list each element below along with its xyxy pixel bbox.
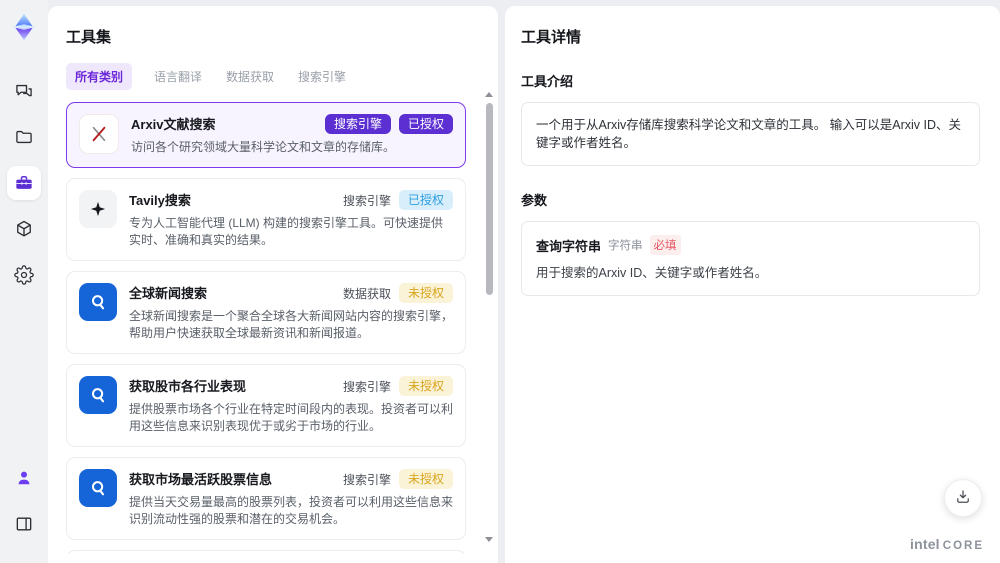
tool-card-sector-performance[interactable]: 获取股市各行业表现 搜索引擎 未授权 提供股票市场各个行业在特定时间段内的表现。… [66,364,466,447]
scrollbar-up-arrow[interactable] [485,92,493,97]
param-box: 查询字符串 字符串 必填 用于搜索的Arxiv ID、关键字或作者姓名。 [521,221,980,296]
sidebar-item-files[interactable] [7,120,41,154]
category-label: 数据获取 [342,286,391,301]
tab-search-engine[interactable]: 搜索引擎 [296,63,348,90]
scrollbar-down-arrow[interactable] [485,537,493,542]
param-required-badge: 必填 [649,235,681,255]
tavily-star-icon [79,190,117,228]
sidebar [0,0,48,563]
toolbox-icon [14,173,34,193]
tool-card-regional-news[interactable]: 万维地区新闻查询 搜索引擎 未授权 查询具体行政区划内的新闻，快速了解各地新闻动 [66,550,466,554]
tab-translation[interactable]: 语言翻译 [152,63,204,90]
tool-title: 全球新闻搜索 [129,286,208,301]
category-tabs: 所有类别 语言翻译 数据获取 搜索引擎 [66,63,480,90]
auth-status-badge: 未授权 [398,469,453,489]
intro-text: 一个用于从Arxiv存储库搜索科学论文和文章的工具。 输入可以是Arxiv ID… [536,118,962,150]
tool-details-panel: 工具详情 工具介绍 一个用于从Arxiv存储库搜索科学论文和文章的工具。 输入可… [505,6,1000,563]
param-type: 字符串 [608,240,643,252]
category-label: 搜索引擎 [342,379,391,394]
category-badge: 搜索引擎 [324,114,391,134]
sidebar-item-tools[interactable] [7,166,41,200]
tool-title: 获取市场最活跃股票信息 [129,472,273,487]
tool-title: 获取股市各行业表现 [129,379,247,394]
chat-icon [14,81,34,101]
scrollbar-thumb[interactable] [485,103,493,295]
intro-heading: 工具介绍 [521,74,574,89]
category-label: 搜索引擎 [342,193,391,208]
sidebar-item-collapse[interactable] [7,507,41,541]
intel-core-logo: intel CORE [910,536,984,552]
param-name: 查询字符串 [536,238,602,254]
category-label: 搜索引擎 [342,472,391,487]
tool-description: 访问各个研究领域大量科学论文和文章的存储库。 [131,140,396,154]
tab-data-retrieval[interactable]: 数据获取 [224,63,276,90]
layout-panel-icon [14,514,34,534]
tool-card-arxiv[interactable]: Arxiv文献搜索 搜索引擎 已授权 访问各个研究领域大量科学论文和文章的存储库… [66,102,466,168]
core-logo-text: CORE [942,540,984,552]
auth-status-badge: 已授权 [398,190,453,210]
tool-title: Arxiv文献搜索 [131,117,216,132]
param-description: 用于搜索的Arxiv ID、关键字或作者姓名。 [536,266,768,280]
params-heading: 参数 [521,193,548,208]
scrollbar[interactable] [483,92,495,554]
tool-list-panel: 工具集 所有类别 语言翻译 数据获取 搜索引擎 Arxiv文献搜索 搜索引擎 已… [48,6,498,563]
intel-logo-text: intel [909,536,940,552]
blue-search-icon [79,283,117,321]
blue-search-icon [79,469,117,507]
app-logo [7,10,41,44]
download-button[interactable] [944,479,982,517]
tool-description: 全球新闻搜索是一个聚合全球各大新闻网站内容的搜索引擎，帮助用户快速获取全球最新资… [129,309,454,340]
tool-description: 提供当天交易量最高的股票列表，投资者可以利用这些信息来识别流动性强的股票和潜在的… [129,495,454,526]
details-title: 工具详情 [521,29,582,46]
folder-icon [14,127,34,147]
user-icon [14,468,34,488]
sidebar-item-account[interactable] [7,461,41,495]
arxiv-icon [79,114,119,154]
tool-title: Tavily搜索 [129,193,191,208]
auth-status-badge: 未授权 [398,283,453,303]
auth-status-badge: 已授权 [398,114,453,134]
intro-box: 一个用于从Arxiv存储库搜索科学论文和文章的工具。 输入可以是Arxiv ID… [521,102,980,166]
page-title: 工具集 [66,29,112,46]
sidebar-item-settings[interactable] [7,258,41,292]
tool-description: 提供股票市场各个行业在特定时间段内的表现。投资者可以利用这些信息来识别表现优于或… [129,402,454,433]
tab-all-categories[interactable]: 所有类别 [66,63,133,90]
app-window: 工具集 所有类别 语言翻译 数据获取 搜索引擎 Arxiv文献搜索 搜索引擎 已… [0,0,1000,563]
sidebar-item-chat[interactable] [7,74,41,108]
tool-list: Arxiv文献搜索 搜索引擎 已授权 访问各个研究领域大量科学论文和文章的存储库… [66,102,480,554]
download-icon [954,488,972,509]
sidebar-item-packages[interactable] [7,212,41,246]
panel-divider [498,0,505,563]
tool-description: 专为人工智能代理 (LLM) 构建的搜索引擎工具。可快速提供实时、准确和真实的结… [129,216,444,247]
blue-search-icon [79,376,117,414]
tool-card-global-news[interactable]: 全球新闻搜索 数据获取 未授权 全球新闻搜索是一个聚合全球各大新闻网站内容的搜索… [66,271,466,354]
tool-card-active-stocks[interactable]: 获取市场最活跃股票信息 搜索引擎 未授权 提供当天交易量最高的股票列表，投资者可… [66,457,466,540]
auth-status-badge: 未授权 [398,376,453,396]
cube-icon [14,219,34,239]
settings-gear-icon [14,265,34,285]
tool-card-tavily[interactable]: Tavily搜索 搜索引擎 已授权 专为人工智能代理 (LLM) 构建的搜索引擎… [66,178,466,261]
